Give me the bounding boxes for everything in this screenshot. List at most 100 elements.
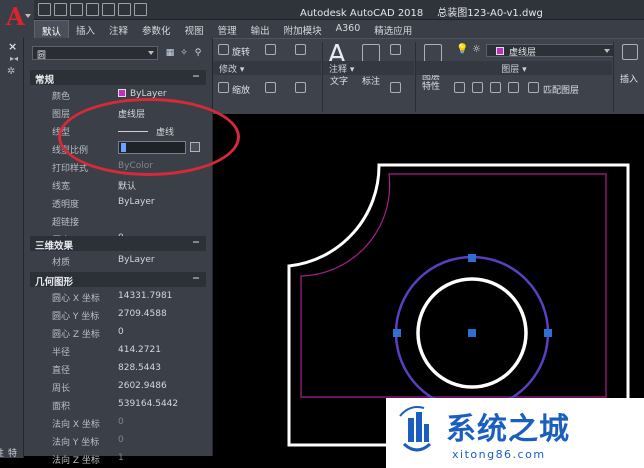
layer-tool-icon[interactable] <box>508 82 519 93</box>
close-icon[interactable]: × <box>8 40 17 53</box>
title-bar: Autodesk AutoCAD 2018 总装图123-A0-v1.dwg <box>0 0 644 20</box>
quadrant-grip-right[interactable] <box>544 329 552 337</box>
undo-icon[interactable] <box>118 3 131 16</box>
property-value: 2709.4588 <box>118 309 167 319</box>
chevron-down-icon <box>604 49 610 53</box>
toggle-pickadd-icon[interactable]: ▦ <box>164 47 176 59</box>
print-icon[interactable] <box>102 3 115 16</box>
layer-tool-icon[interactable] <box>454 82 465 93</box>
property-row[interactable]: 圆心 X 坐标 14331.7981 <box>30 288 206 304</box>
color-swatch <box>118 89 126 97</box>
property-value: 14331.7981 <box>118 291 173 301</box>
section-3d-effects[interactable]: 三维效果 − <box>30 236 206 252</box>
tab-1[interactable]: 插入 <box>69 20 102 38</box>
insert-button[interactable]: 插入 <box>620 72 638 85</box>
property-label: 圆心 Y 坐标 <box>52 312 100 322</box>
tab-8[interactable]: A360 <box>329 20 368 38</box>
property-value: 0 <box>118 417 124 427</box>
collapse-icon[interactable]: − <box>192 237 200 248</box>
quadrant-grip-top[interactable] <box>468 254 476 262</box>
property-row[interactable]: 圆心 Y 坐标 2709.4588 <box>30 306 206 322</box>
open-icon[interactable] <box>54 3 67 16</box>
offset-icon[interactable] <box>295 82 306 93</box>
property-label: 直径 <box>52 366 71 376</box>
tab-4[interactable]: 视图 <box>178 20 211 38</box>
annotation-panel-footer[interactable]: 注释 ▾ <box>323 61 414 75</box>
property-row[interactable]: 法向 Y 坐标 0 <box>30 432 206 448</box>
property-value: 1 <box>118 453 124 463</box>
center-grip[interactable] <box>468 329 476 337</box>
sun-icon[interactable]: ☼ <box>472 44 481 55</box>
tab-3[interactable]: 参数化 <box>135 20 178 38</box>
save-icon[interactable] <box>70 3 83 16</box>
scale-button[interactable]: 缩放 <box>232 83 250 96</box>
layer-select[interactable]: 虚线层 <box>486 44 614 58</box>
layer-select-value: 虚线层 <box>509 48 537 58</box>
object-type-select[interactable]: 圆 <box>32 46 158 61</box>
tab-0[interactable]: 默认 <box>34 20 70 38</box>
insert-block-icon[interactable] <box>622 44 638 60</box>
text-button[interactable]: 文字 <box>330 74 348 87</box>
lightbulb-icon[interactable]: 💡 <box>456 44 468 55</box>
quick-select-icon[interactable]: ⚲ <box>192 47 204 59</box>
tab-9[interactable]: 精选应用 <box>367 20 419 38</box>
rotate-icon[interactable] <box>218 44 229 55</box>
dashed-layer-outline[interactable] <box>300 173 607 398</box>
layers-panel-footer[interactable]: 图层 ▾ <box>416 61 612 75</box>
modify-panel-footer[interactable]: 修改 ▾ <box>213 61 321 75</box>
layer-properties-button[interactable]: 图层特性 <box>422 72 446 92</box>
section-general[interactable]: 常规 − <box>30 70 206 86</box>
application-menu-button[interactable]: A <box>0 0 34 38</box>
property-row[interactable]: 面积 539164.5442 <box>30 396 206 412</box>
property-row[interactable]: 周长 2602.9486 <box>30 378 206 394</box>
property-label: 法向 X 坐标 <box>52 420 100 430</box>
property-row[interactable]: 法向 Z 坐标 1 <box>30 450 206 466</box>
dimension-icon[interactable] <box>362 44 380 62</box>
gear-icon[interactable]: ✲ <box>7 66 15 77</box>
layer-tool-icon[interactable] <box>490 82 501 93</box>
tab-6[interactable]: 输出 <box>244 20 277 38</box>
tab-7[interactable]: 附加模块 <box>277 20 329 38</box>
property-value: 0 <box>118 435 124 445</box>
section-geometry[interactable]: 几何图形 − <box>30 272 206 288</box>
erase-icon[interactable] <box>295 44 306 55</box>
property-row[interactable]: 线宽 默认 <box>30 176 206 192</box>
watermark: 系统之城 xitong86.com <box>386 398 644 468</box>
property-row[interactable]: 材质 ByLayer <box>30 252 206 268</box>
new-icon[interactable] <box>38 3 51 16</box>
ribbon-tabs: 默认 插入 注释 参数化 视图 管理 输出 附加模块 A360 精选应用 <box>34 20 644 38</box>
property-label: 颜色 <box>52 92 71 102</box>
property-row[interactable]: 半径 414.2721 <box>30 342 206 358</box>
property-label: 半径 <box>52 348 71 358</box>
collapse-icon[interactable]: − <box>192 273 200 284</box>
annotation-panel-label: 注释 <box>329 65 348 75</box>
app-name: Autodesk AutoCAD 2018 <box>300 8 424 19</box>
panel-separator <box>415 42 416 112</box>
scale-icon[interactable] <box>218 82 229 93</box>
match-layer-icon[interactable] <box>528 82 539 93</box>
save-as-icon[interactable] <box>86 3 99 16</box>
chevron-down-icon <box>148 51 154 55</box>
match-layer-button[interactable]: 匹配图层 <box>543 83 579 96</box>
tab-2[interactable]: 注释 <box>102 20 135 38</box>
collapse-icon[interactable]: − <box>192 71 200 82</box>
dimension-button[interactable]: 标注 <box>362 74 380 87</box>
tab-5[interactable]: 管理 <box>211 20 244 38</box>
layer-tool-icon[interactable] <box>472 82 483 93</box>
property-row[interactable]: 圆心 Z 坐标 0 <box>30 324 206 340</box>
property-row[interactable]: 直径 828.5443 <box>30 360 206 376</box>
quadrant-grip-left[interactable] <box>393 329 401 337</box>
linear-dim-icon[interactable] <box>390 44 401 55</box>
trim-icon[interactable] <box>265 44 276 55</box>
table-icon[interactable] <box>390 82 401 93</box>
property-row[interactable]: 超链接 <box>30 212 206 228</box>
property-row[interactable]: 法向 X 坐标 0 <box>30 414 206 430</box>
autohide-icon[interactable]: ▸◂ <box>10 54 18 63</box>
chevron-down-icon <box>25 14 31 18</box>
array-icon[interactable] <box>265 82 276 93</box>
redo-icon[interactable] <box>134 3 147 16</box>
property-row[interactable]: 透明度 ByLayer <box>30 194 206 210</box>
layer-properties-icon[interactable] <box>424 44 442 62</box>
select-objects-icon[interactable]: ✧ <box>178 47 190 59</box>
rotate-button[interactable]: 旋转 <box>232 45 250 58</box>
